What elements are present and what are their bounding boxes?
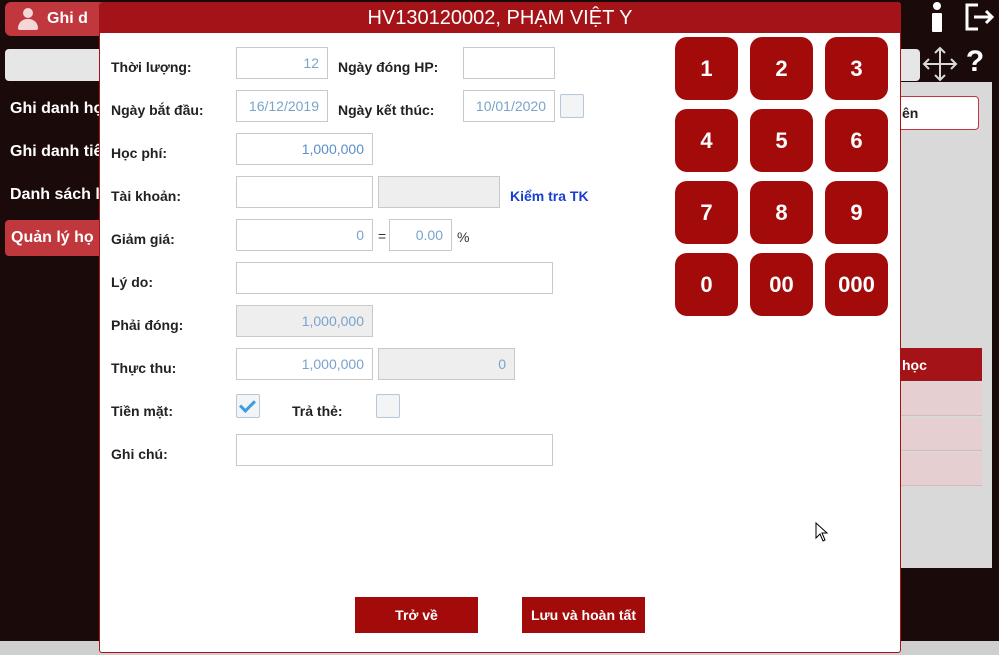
tien-mat-checkbox[interactable] (236, 394, 260, 418)
label-ghi-chu: Ghi chú: (111, 446, 168, 462)
label-tra-the: Trả thẻ: (292, 403, 343, 419)
keypad-key-7[interactable]: 7 (675, 181, 738, 244)
label-tien-mat: Tiền mặt: (111, 403, 173, 419)
label-ly-do: Lý do: (111, 274, 153, 290)
background-right-panel (900, 82, 992, 568)
percent-sign: % (457, 229, 470, 245)
keypad-key-5[interactable]: 5 (750, 109, 813, 172)
label-ngay-dong-hp: Ngày đóng HP: (338, 59, 439, 75)
keypad-key-000[interactable]: 000 (825, 253, 888, 316)
hoc-phi-input[interactable]: 1,000,000 (236, 133, 373, 165)
background-table-header: học (900, 348, 982, 381)
keypad-key-3[interactable]: 3 (825, 37, 888, 100)
ly-do-input[interactable] (236, 262, 553, 294)
phai-dong-field: 1,000,000 (236, 305, 373, 337)
ghi-chu-input[interactable] (236, 434, 553, 466)
kiem-tra-tk-link[interactable]: Kiểm tra TK (510, 188, 589, 204)
keypad-key-8[interactable]: 8 (750, 181, 813, 244)
background-right-button[interactable]: ên (900, 96, 979, 130)
dialog-title: HV130120002, PHẠM VIỆT Y (100, 3, 900, 33)
back-button[interactable]: Trở về (355, 597, 478, 633)
header-user-label: Ghi d (47, 10, 88, 27)
header-user-button[interactable]: Ghi d (5, 2, 110, 36)
sidebar-item-ghi-danh-hoc[interactable]: Ghi danh họ (0, 91, 110, 127)
label-thoi-luong: Thời lượng: (111, 59, 192, 75)
top-right-toolbar: ? (920, 0, 999, 90)
save-and-complete-button[interactable]: Lưu và hoàn tất (522, 597, 645, 633)
sidebar-item-danh-sach[interactable]: Danh sách l (0, 177, 110, 213)
thuc-thu-card-field: 0 (378, 348, 515, 380)
tai-khoan-info-field (378, 176, 500, 208)
background-toolbar-end (900, 49, 920, 81)
keypad-key-6[interactable]: 6 (825, 109, 888, 172)
table-row[interactable] (900, 383, 982, 416)
giam-gia-input[interactable]: 0 (236, 219, 373, 251)
keypad-key-9[interactable]: 9 (825, 181, 888, 244)
background-search-bar[interactable] (5, 49, 110, 81)
sidebar-item-ghi-danh-tiep[interactable]: Ghi danh tiế (0, 134, 110, 170)
help-icon[interactable]: ? (963, 44, 987, 80)
table-row[interactable] (900, 453, 982, 486)
mouse-cursor-icon (815, 522, 829, 542)
tra-the-checkbox[interactable] (376, 394, 400, 418)
label-tai-khoan: Tài khoản: (111, 188, 182, 204)
label-thuc-thu: Thực thu: (111, 360, 177, 376)
label-hoc-phi: Học phí: (111, 145, 167, 161)
move-icon[interactable] (922, 46, 958, 82)
label-giam-gia: Giảm giá: (111, 231, 175, 247)
ngay-ket-thuc-input[interactable]: 10/01/2020 (463, 90, 555, 122)
thoi-luong-input[interactable]: 12 (236, 47, 328, 79)
logout-icon[interactable] (964, 2, 996, 32)
tai-khoan-input[interactable] (236, 176, 373, 208)
giam-gia-percent-input[interactable]: 0.00 (389, 219, 452, 251)
label-phai-dong: Phải đóng: (111, 317, 184, 333)
label-ngay-ket-thuc: Ngày kết thúc: (338, 102, 435, 118)
table-row[interactable] (900, 418, 982, 451)
equals-sign: = (378, 228, 387, 244)
payment-dialog: HV130120002, PHẠM VIỆT Y Thời lượng: 12 … (99, 2, 901, 653)
keypad-key-2[interactable]: 2 (750, 37, 813, 100)
label-ngay-bat-dau: Ngày bắt đầu: (111, 102, 204, 118)
thuc-thu-input[interactable]: 1,000,000 (236, 348, 373, 380)
sidebar-item-quan-ly-hoc[interactable]: Quản lý họ (5, 220, 110, 256)
keypad-key-0[interactable]: 0 (675, 253, 738, 316)
check-icon (239, 396, 256, 413)
ngay-dong-hp-input[interactable] (463, 47, 555, 79)
keypad-key-00[interactable]: 00 (750, 253, 813, 316)
keypad-key-4[interactable]: 4 (675, 109, 738, 172)
keypad-key-1[interactable]: 1 (675, 37, 738, 100)
info-icon[interactable] (928, 2, 946, 34)
ngay-ket-thuc-checkbox[interactable] (560, 94, 584, 118)
ngay-bat-dau-input[interactable]: 16/12/2019 (236, 90, 328, 122)
user-icon (17, 8, 39, 30)
